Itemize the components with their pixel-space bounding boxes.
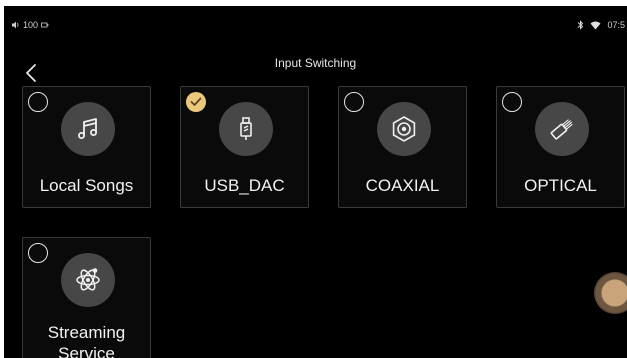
volume-icon xyxy=(12,21,20,29)
input-label: USB_DAC xyxy=(204,176,285,195)
input-label: Streaming Service xyxy=(47,323,126,358)
input-option-streaming-service[interactable]: Streaming Service xyxy=(22,237,151,358)
status-bar: 100 07:5 xyxy=(4,20,627,34)
radio-unselected[interactable] xyxy=(502,92,522,112)
input-option-usb-dac[interactable]: USB_DAC xyxy=(180,86,309,208)
input-option-coaxial[interactable]: COAXIAL xyxy=(338,86,467,208)
input-option-optical[interactable]: OPTICAL xyxy=(496,86,625,208)
input-option-local-songs[interactable]: Local Songs xyxy=(22,86,151,208)
clock: 07:5 xyxy=(607,20,625,30)
music-note-icon xyxy=(78,118,97,139)
radio-unselected[interactable] xyxy=(28,92,48,112)
input-label: OPTICAL xyxy=(524,176,597,195)
coaxial-connector-icon xyxy=(392,116,416,142)
usb-plug-icon xyxy=(240,117,252,140)
status-right: 07:5 xyxy=(577,20,625,30)
wifi-icon xyxy=(590,21,601,30)
radio-unselected[interactable] xyxy=(344,92,364,112)
icon-circle xyxy=(61,102,115,156)
input-label: COAXIAL xyxy=(365,176,440,195)
screen: 100 07:5 Input Switching Local Songs USB… xyxy=(0,0,627,358)
floating-assistive-button[interactable] xyxy=(594,272,627,314)
bluetooth-icon xyxy=(577,20,584,30)
icon-circle xyxy=(535,102,589,156)
radio-selected[interactable] xyxy=(186,92,206,112)
icon-circle xyxy=(219,102,273,156)
page-title: Input Switching xyxy=(274,56,357,70)
status-left: 100 xyxy=(12,20,49,30)
icon-circle xyxy=(61,253,115,307)
icon-circle xyxy=(377,102,431,156)
volume-level: 100 xyxy=(23,20,39,30)
radio-unselected[interactable] xyxy=(28,243,48,263)
battery-icon xyxy=(41,21,49,29)
atom-icon xyxy=(76,268,100,291)
checkmark-icon xyxy=(190,97,202,106)
input-label: Local Songs xyxy=(39,176,134,195)
optical-cable-icon xyxy=(550,119,573,140)
